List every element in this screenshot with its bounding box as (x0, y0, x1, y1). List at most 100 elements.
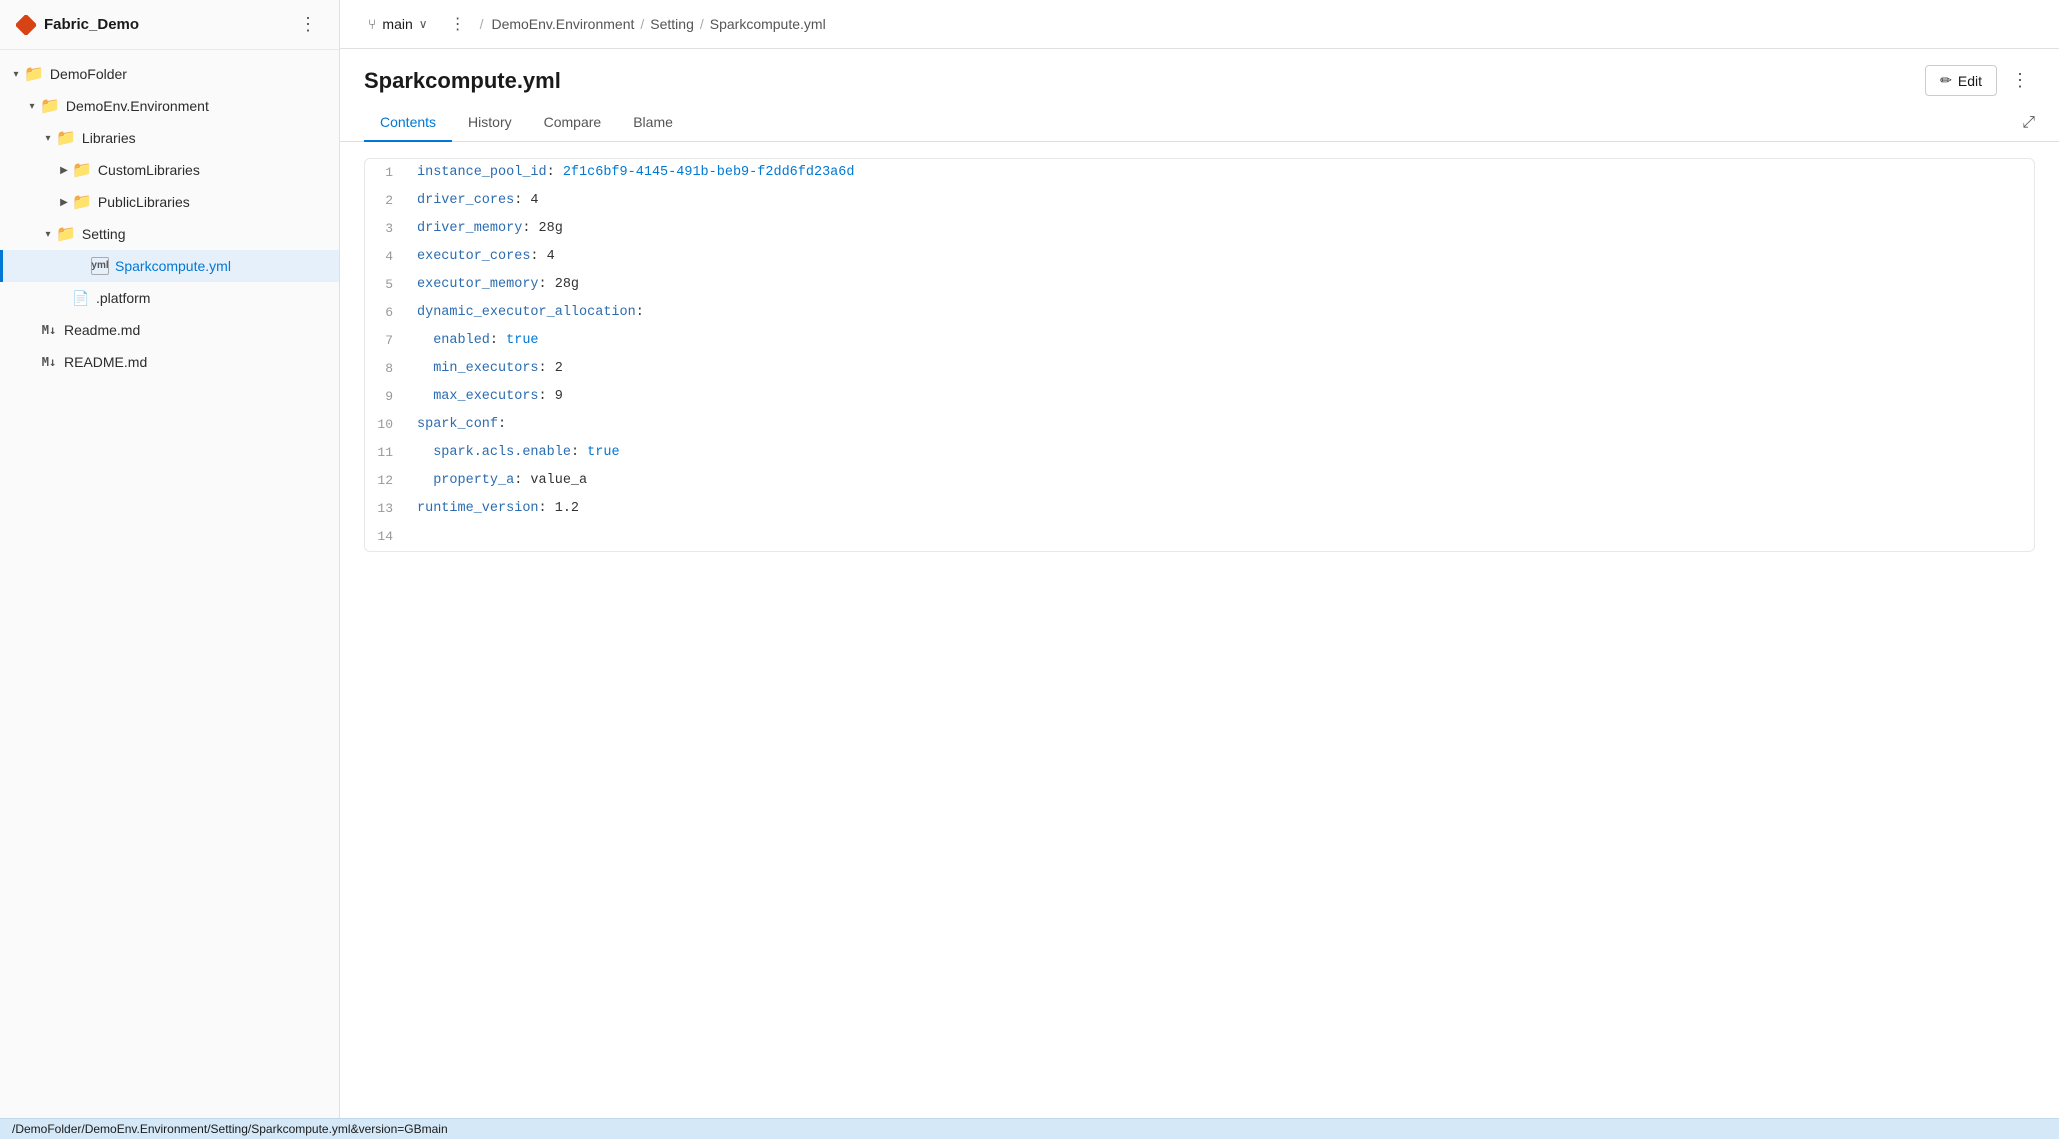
tab-history[interactable]: History (452, 104, 528, 142)
line-content: driver_cores: 4 (409, 187, 2034, 215)
tab-blame[interactable]: Blame (617, 104, 689, 142)
sidebar-header: Fabric_Demo ⋮ (0, 0, 339, 50)
top-bar: ⑂ main ∨ ⋮ / DemoEnv.Environment / Setti… (340, 0, 2059, 49)
code-token-key: min_executors (433, 361, 538, 376)
line-number: 10 (365, 411, 409, 439)
code-line: 6dynamic_executor_allocation: (365, 299, 2034, 327)
tree-item-customlibs[interactable]: ▶📁CustomLibraries⋮ (0, 154, 339, 186)
folder-icon: 📁 (56, 128, 76, 148)
tree-item-label: README.md (64, 354, 147, 370)
tree-item-label: .platform (96, 290, 150, 306)
main-content: ⑂ main ∨ ⋮ / DemoEnv.Environment / Setti… (340, 0, 2059, 1118)
tree-container: ▾📁DemoFolder⋮▾📁DemoEnv.Environment⋮▾ 📁 Lib… (0, 50, 339, 1118)
tab-compare[interactable]: Compare (528, 104, 618, 142)
sidebar: Fabric_Demo ⋮ ▾📁DemoFolder⋮▾📁DemoEnv.Env… (0, 0, 340, 1118)
expand-icon[interactable]: ⤢ (2022, 114, 2035, 132)
line-number: 8 (365, 355, 409, 383)
code-viewer: 1instance_pool_id: 2f1c6bf9-4145-491b-be… (340, 142, 2059, 1118)
file-title: Sparkcompute.yml (364, 68, 561, 94)
line-number: 2 (365, 187, 409, 215)
code-line: 1instance_pool_id: 2f1c6bf9-4145-491b-be… (365, 159, 2034, 187)
code-token-key: executor_memory (417, 277, 539, 292)
code-token-colon: : (530, 249, 546, 264)
breadcrumb-item-env[interactable]: DemoEnv.Environment (491, 16, 634, 32)
code-token-colon: : (522, 221, 538, 236)
code-token-key: property_a (433, 473, 514, 488)
code-token-key: enabled (433, 333, 490, 348)
tree-item-sparkcompute[interactable]: ymlSparkcompute.yml⋮ (0, 250, 339, 282)
line-number: 5 (365, 271, 409, 299)
line-content: enabled: true (409, 327, 2034, 355)
code-token-num: 2 (555, 361, 563, 376)
code-token-colon: : (539, 501, 555, 516)
code-token-indent (417, 473, 433, 488)
tabs-bar: Contents History Compare Blame ⤢ (340, 104, 2059, 142)
tree-item-demoenv[interactable]: ▾📁DemoEnv.Environment⋮ (0, 90, 339, 122)
code-token-indent (417, 361, 433, 376)
breadcrumb-item-setting[interactable]: Setting (650, 16, 694, 32)
tree-item-readme-md[interactable]: M↓Readme.md⋮ (0, 314, 339, 346)
code-line: 12 property_a: value_a (365, 467, 2034, 495)
code-token-colon: : (539, 277, 555, 292)
line-content: runtime_version: 1.2 (409, 495, 2034, 523)
code-token-key: driver_cores (417, 193, 514, 208)
code-token-num: 28g (555, 277, 579, 292)
line-number: 14 (365, 523, 409, 551)
line-number: 7 (365, 327, 409, 355)
tree-item-label: Libraries (82, 130, 136, 146)
yml-file-icon: yml (91, 257, 109, 275)
code-token-key: runtime_version (417, 501, 539, 516)
tree-item-label: Readme.md (64, 322, 140, 338)
code-token-num: 28g (539, 221, 563, 236)
code-line: 5executor_memory: 28g (365, 271, 2034, 299)
file-more-button[interactable]: ⋮ (2005, 66, 2035, 95)
sidebar-more-button[interactable]: ⋮ (293, 12, 323, 37)
code-token-colon: : (547, 165, 563, 180)
tree-item-label: PublicLibraries (98, 194, 190, 210)
tree-item-setting[interactable]: ▾📁Setting⋮ (0, 218, 339, 250)
tree-item-readme-MD[interactable]: M↓README.md⋮ (0, 346, 339, 378)
code-token-colon: : (498, 417, 506, 432)
code-token-indent (417, 389, 433, 404)
line-number: 6 (365, 299, 409, 327)
md-file-icon: M↓ (40, 321, 58, 339)
code-token-indent (417, 333, 433, 348)
tree-item-platform[interactable]: 📄.platform⋮ (0, 282, 339, 314)
sidebar-title: Fabric_Demo (44, 16, 139, 33)
code-token-key: max_executors (433, 389, 538, 404)
line-number: 13 (365, 495, 409, 523)
folder-icon: 📁 (72, 192, 92, 212)
tree-item-publiclibs[interactable]: ▶📁PublicLibraries⋮ (0, 186, 339, 218)
tab-contents[interactable]: Contents (364, 104, 452, 142)
tree-item-libraries[interactable]: ▾📁Libraries⋮ (0, 122, 339, 154)
topbar-more-button[interactable]: ⋮ (444, 10, 472, 38)
fabric-logo-icon (16, 15, 36, 35)
line-content: property_a: value_a (409, 467, 2034, 495)
file-actions: ✏ Edit ⋮ (1925, 65, 2035, 96)
code-token-colon: : (539, 389, 555, 404)
edit-button[interactable]: ✏ Edit (1925, 65, 1997, 96)
code-token-num: 4 (530, 193, 538, 208)
line-number: 4 (365, 243, 409, 271)
tree-item-label: DemoEnv.Environment (66, 98, 209, 114)
tree-item-demofolder[interactable]: ▾📁DemoFolder⋮ (0, 58, 339, 90)
chevron-icon: ▾ (24, 98, 40, 114)
line-content: executor_memory: 28g (409, 271, 2034, 299)
edit-label: Edit (1958, 73, 1982, 89)
line-content: instance_pool_id: 2f1c6bf9-4145-491b-beb… (409, 159, 2034, 187)
line-content: max_executors: 9 (409, 383, 2034, 411)
code-token-bool: true (506, 333, 538, 348)
branch-selector[interactable]: ⑂ main ∨ (360, 12, 436, 36)
code-line: 2driver_cores: 4 (365, 187, 2034, 215)
line-number: 3 (365, 215, 409, 243)
code-line: 14 (365, 523, 2034, 551)
code-token-key: dynamic_executor_allocation (417, 305, 636, 320)
line-number: 11 (365, 439, 409, 467)
breadcrumb-item-file[interactable]: Sparkcompute.yml (710, 16, 826, 32)
tree-item-label: CustomLibraries (98, 162, 200, 178)
folder-icon: 📁 (24, 64, 44, 84)
code-token-num: value_a (530, 473, 587, 488)
line-number: 12 (365, 467, 409, 495)
code-token-key: spark.acls.enable (433, 445, 571, 460)
code-line: 10spark_conf: (365, 411, 2034, 439)
